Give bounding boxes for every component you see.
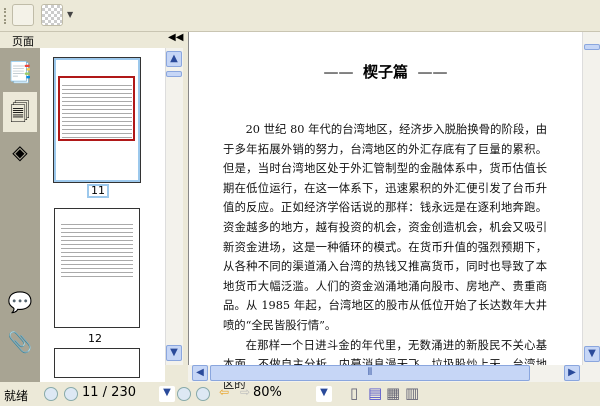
pages-tab-icon[interactable]: 🗐 xyxy=(3,92,37,132)
scroll-up-button[interactable]: ▲ xyxy=(166,51,182,67)
thumbnail-page-13[interactable] xyxy=(54,348,140,378)
scroll-right-button[interactable]: ▶ xyxy=(564,365,580,381)
background-tool-button[interactable] xyxy=(41,4,63,26)
document-body: 20 世纪 80 年代的台湾地区，经济步入脱胎换骨的阶段，由于多年拓展外销的努力… xyxy=(223,120,547,394)
scroll-thumb[interactable] xyxy=(584,44,600,50)
status-text: 就绪 xyxy=(4,389,29,403)
panel-title: 页面 xyxy=(12,35,34,48)
first-page-button[interactable] xyxy=(44,387,58,401)
next-page-button[interactable] xyxy=(177,387,191,401)
continuous-view-icon[interactable]: ▤ xyxy=(368,384,382,402)
page-horizontal-scrollbar[interactable]: ◀ ⦀ ▶ xyxy=(188,365,600,382)
chapter-heading: —— 楔子篇 —— xyxy=(323,63,448,81)
toolbar-grip[interactable] xyxy=(4,8,7,24)
scroll-down-button[interactable]: ▼ xyxy=(166,345,182,361)
thumbnail-scrollbar[interactable]: ▲ ▼ xyxy=(165,48,183,365)
toolbar: ▼ xyxy=(0,0,600,32)
layers-tab-icon[interactable]: ◈ xyxy=(3,132,37,172)
single-page-view-icon[interactable]: ▯ xyxy=(350,384,358,402)
bookmarks-tab-icon[interactable]: 📑 xyxy=(3,52,37,92)
page-dropdown-icon[interactable]: ▼ xyxy=(159,386,175,402)
facing-view-icon[interactable]: ▦ xyxy=(386,384,400,402)
thumbnail-list: 11 12 xyxy=(40,48,165,382)
scroll-thumb[interactable]: ⦀ xyxy=(210,365,530,381)
thumbnail-label: 12 xyxy=(88,332,102,345)
last-page-button[interactable] xyxy=(196,387,210,401)
chapter-title: 楔子篇 xyxy=(362,63,408,81)
page-vertical-scrollbar[interactable]: ▼ xyxy=(582,32,600,365)
continuous-facing-view-icon[interactable]: ▥ xyxy=(405,384,419,402)
forward-arrow-icon[interactable]: ⇨ xyxy=(240,385,250,399)
comments-tab-icon[interactable]: 💬 xyxy=(3,282,37,322)
zoom-field[interactable]: 80% xyxy=(253,385,348,403)
status-bar: 就绪 11 / 230 ▼ ⇦ ⇨ 80% ▼ ▯ ▤ ▦ ▥ xyxy=(0,382,600,406)
dropdown-arrow-icon[interactable]: ▼ xyxy=(67,10,73,19)
thumbnail-page-11[interactable] xyxy=(53,57,141,183)
panel-header: 页面 ◀◀ xyxy=(0,32,185,48)
zoom-dropdown-icon[interactable]: ▼ xyxy=(316,386,332,402)
scroll-left-button[interactable]: ◀ xyxy=(192,365,208,381)
document-page: —— 楔子篇 —— 20 世纪 80 年代的台湾地区，经济步入脱胎换骨的阶段，由… xyxy=(188,32,582,391)
scroll-thumb[interactable] xyxy=(166,71,182,77)
previous-page-button[interactable] xyxy=(64,387,78,401)
paragraph: 20 世纪 80 年代的台湾地区，经济步入脱胎换骨的阶段，由于多年拓展外销的努力… xyxy=(223,123,547,332)
collapse-panel-icon[interactable]: ◀◀ xyxy=(168,32,183,43)
panel-tab-strip: 📑 🗐 ◈ 💬 📎 xyxy=(0,48,40,382)
select-tool-button[interactable] xyxy=(12,4,34,26)
scroll-down-button[interactable]: ▼ xyxy=(584,346,600,362)
thumbnail-label: 11 xyxy=(87,184,109,198)
back-arrow-icon[interactable]: ⇦ xyxy=(219,385,229,399)
thumbnail-page-12[interactable] xyxy=(54,208,140,328)
attachments-tab-icon[interactable]: 📎 xyxy=(3,322,37,362)
